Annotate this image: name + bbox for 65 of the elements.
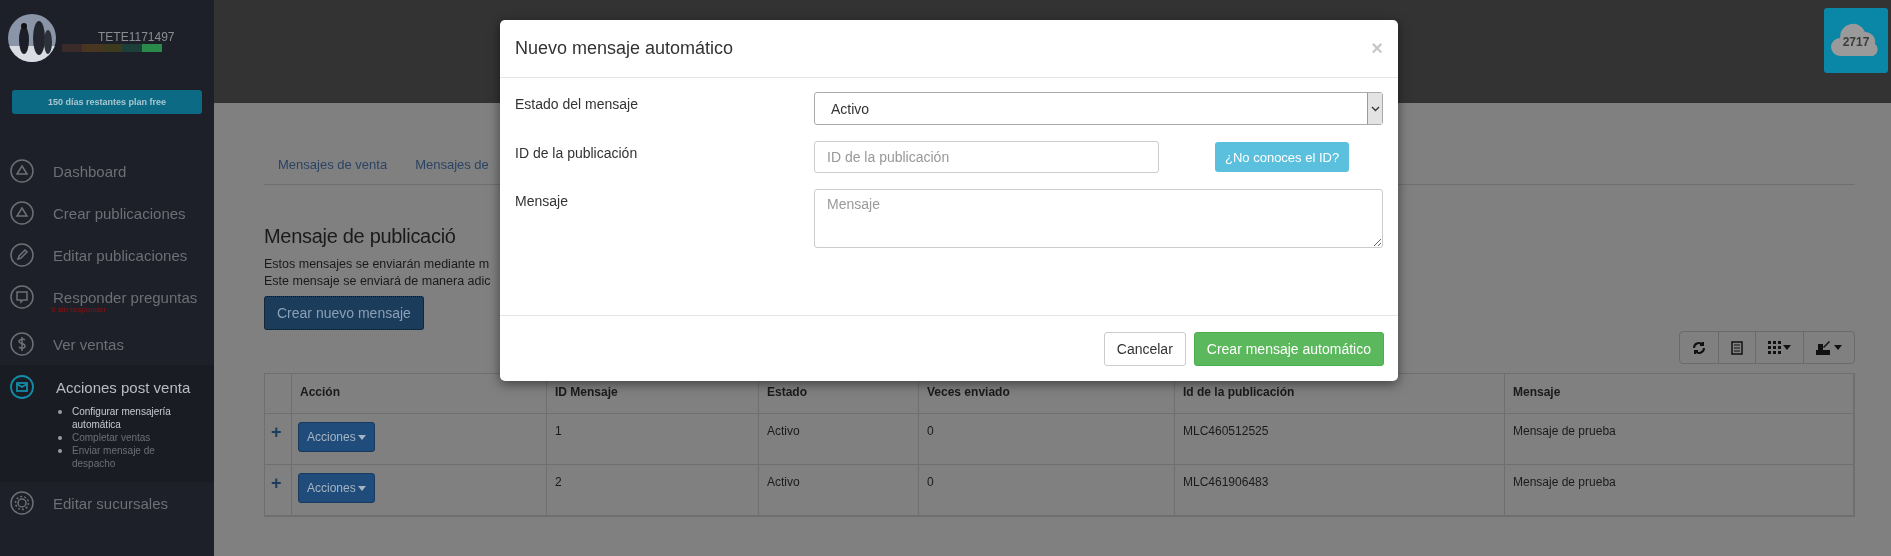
nav-item[interactable]: Editar sucursales	[53, 494, 169, 512]
username: TETE1171497	[98, 30, 175, 44]
field-label: Estado del mensaje	[515, 95, 639, 114]
table-cell: MLC461906483	[1175, 465, 1505, 516]
gear-icon	[10, 491, 34, 515]
envelope-icon	[10, 375, 34, 399]
table-cell: 1	[547, 414, 759, 465]
submit-button[interactable]: Crear mensaje automático	[1193, 331, 1384, 366]
actions-button[interactable]: Acciones	[298, 473, 375, 503]
field-label: ID de la publicación	[515, 144, 639, 163]
actions-button[interactable]: Acciones	[298, 422, 375, 452]
status-select[interactable]: Activo	[814, 92, 1383, 125]
modal-title: Nuevo mensaje automático	[515, 38, 734, 59]
select-value: Activo	[831, 100, 870, 117]
grid-icon	[1768, 341, 1781, 354]
help-button[interactable]: ¿No conoces el ID?	[1215, 142, 1350, 172]
nav-item[interactable]: Acciones post venta	[56, 378, 191, 396]
plan-button[interactable]: 150 días restantes plan free	[12, 90, 202, 114]
expand-icon[interactable]: +	[271, 422, 282, 442]
caret-icon	[1783, 345, 1791, 350]
tab[interactable]: Mensajes de venta	[264, 149, 402, 184]
unanswered-note: 9 sin responder	[51, 305, 107, 314]
nav-item[interactable]: Ver ventas	[53, 335, 124, 353]
table-cell: MLC460512525	[1175, 414, 1505, 465]
nav-item[interactable]: Crear publicaciones	[53, 204, 186, 222]
description-text: Este mensaje se enviará de manera adic	[264, 273, 492, 290]
cloud-badge[interactable]: 2717	[1824, 8, 1888, 73]
tab[interactable]: Mensajes de	[401, 149, 503, 184]
export-icon	[1816, 340, 1832, 355]
chat-icon	[10, 285, 34, 309]
submenu-item[interactable]: Completar ventas	[72, 431, 151, 444]
bullet-icon	[58, 410, 62, 414]
bullet-icon	[58, 449, 62, 453]
create-message-button[interactable]: Crear nuevo mensaje	[264, 296, 424, 330]
nav-item-active[interactable]: Acciones post venta Configurar mensajería automática Completar ventas Enviar mensaje de despacho	[0, 365, 214, 482]
cancel-button[interactable]: Cancelar	[1103, 331, 1186, 366]
nav-item[interactable]: Editar publicaciones	[53, 246, 188, 264]
table-cell: 0	[919, 465, 1175, 516]
nav-item[interactable]: Responder preguntas	[53, 288, 198, 306]
message-field[interactable]: Mensaje	[814, 189, 1383, 248]
submenu-item[interactable]: Enviar mensaje de despacho	[72, 444, 200, 470]
nav-item[interactable]: Dashboard	[53, 162, 127, 180]
dropdown-icon	[1367, 93, 1382, 124]
caret-icon	[357, 434, 366, 440]
dollar-icon	[10, 332, 34, 356]
table-cell: 2	[547, 465, 759, 516]
caret-icon	[357, 485, 366, 491]
publication-id-field[interactable]: ID de la publicación	[814, 141, 1159, 173]
description-text: Estos mensajes se enviarán mediante m	[264, 256, 491, 273]
page-title: Mensaje de publicació	[264, 225, 457, 248]
pencil-icon	[10, 243, 34, 267]
expand-icon[interactable]: +	[271, 473, 282, 493]
submenu-item[interactable]: Configurar mensajería automática	[72, 405, 200, 431]
caret-icon	[1834, 345, 1842, 350]
table-cell: Mensaje de prueba	[1505, 465, 1854, 516]
table-cell: Activo	[759, 414, 919, 465]
table-cell: 0	[919, 414, 1175, 465]
table-cell: Mensaje de prueba	[1505, 414, 1854, 465]
list-icon	[1731, 340, 1743, 355]
close-button[interactable]: ×	[1371, 37, 1383, 60]
bullet-icon	[58, 436, 62, 440]
field-label: Mensaje	[515, 192, 569, 211]
table-cell: Activo	[759, 465, 919, 516]
column-header: Mensaje	[1505, 374, 1854, 414]
refresh-icon	[1692, 340, 1706, 355]
